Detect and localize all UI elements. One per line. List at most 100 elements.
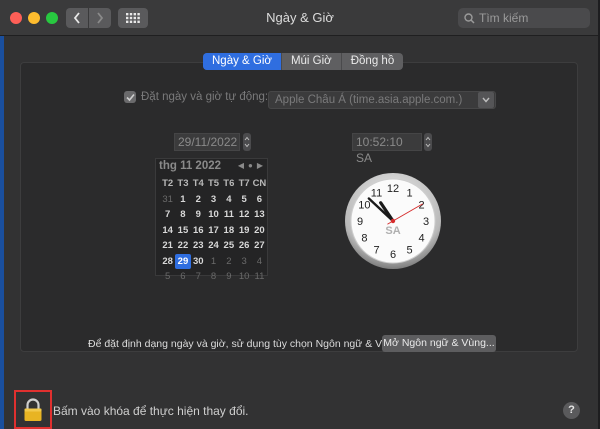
clock-numeral: 1 <box>406 187 412 199</box>
search-input[interactable] <box>479 11 579 25</box>
grid-icon <box>126 13 140 23</box>
calendar-day[interactable]: 8 <box>206 269 221 285</box>
calendar-weekday: T6 <box>223 178 235 189</box>
clock-numeral: 10 <box>358 200 370 212</box>
calendar-day[interactable]: 14 <box>160 223 175 239</box>
close-window-button[interactable] <box>10 12 22 24</box>
calendar-day[interactable]: 4 <box>221 192 236 208</box>
calendar-weekday: T7 <box>238 178 250 189</box>
tab-bar: Ngày & Giờ Múi Giờ Đồng hồ <box>203 53 404 70</box>
clock-numeral: 12 <box>387 183 399 195</box>
lock-instruction: Bấm vào khóa để thực hiện thay đổi. <box>53 404 249 418</box>
auto-time-row[interactable]: Đặt ngày và giờ tự động: <box>124 91 268 103</box>
calendar-day[interactable]: 20 <box>252 223 267 239</box>
calendar-day[interactable]: 5 <box>236 192 251 208</box>
calendar-day[interactable]: 30 <box>191 254 206 270</box>
time-field[interactable]: 10:52:10 SA <box>352 133 422 165</box>
calendar-day[interactable]: 24 <box>206 238 221 254</box>
calendar-day[interactable]: 28 <box>160 254 175 270</box>
calendar-day[interactable]: 9 <box>221 269 236 285</box>
calendar-nav: ◀ ● ▶ <box>238 161 263 170</box>
calendar-day[interactable]: 15 <box>175 223 190 239</box>
time-server-select[interactable]: Apple Châu Á (time.asia.apple.com.) <box>268 91 496 109</box>
chevron-right-icon <box>97 12 104 24</box>
chevron-left-icon <box>73 12 80 24</box>
calendar-day[interactable]: 18 <box>221 223 236 239</box>
lock-highlight[interactable] <box>14 390 52 429</box>
auto-time-checkbox[interactable] <box>124 91 136 103</box>
clock-numeral: 5 <box>406 245 412 257</box>
calendar-month-label: thg 11 2022 <box>159 160 222 172</box>
date-field[interactable]: 29/11/2022 <box>174 133 240 151</box>
calendar-day[interactable]: 7 <box>191 269 206 285</box>
search-icon <box>464 12 475 24</box>
today-icon[interactable]: ● <box>248 161 253 170</box>
zoom-window-button[interactable] <box>46 12 58 24</box>
back-button[interactable] <box>66 8 88 28</box>
calendar-day[interactable]: 23 <box>191 238 206 254</box>
calendar-day[interactable]: 8 <box>175 207 190 223</box>
window-edge-strip <box>0 36 4 429</box>
calendar-day[interactable]: 6 <box>252 192 267 208</box>
calendar-day[interactable]: 11 <box>221 207 236 223</box>
calendar-day[interactable]: 19 <box>236 223 251 239</box>
forward-button[interactable] <box>89 8 111 28</box>
open-language-region-button[interactable]: Mở Ngôn ngữ & Vùng... <box>382 335 496 352</box>
title-bar: Ngày & Giờ <box>0 0 600 36</box>
search-field[interactable] <box>458 8 590 28</box>
minimize-window-button[interactable] <box>28 12 40 24</box>
calendar-day[interactable]: 1 <box>206 254 221 270</box>
date-stepper[interactable] <box>243 133 251 151</box>
clock-center-pin <box>390 218 396 224</box>
calendar-day[interactable]: 3 <box>206 192 221 208</box>
calendar-day[interactable]: 29 <box>175 253 191 269</box>
calendar-weekday: T2 <box>162 178 174 189</box>
time-server-value: Apple Châu Á (time.asia.apple.com.) <box>275 94 463 106</box>
clock-numeral: 7 <box>373 245 379 257</box>
clock-period-label: SA <box>385 225 401 237</box>
calendar-day[interactable]: 7 <box>160 207 175 223</box>
calendar-weekday: T5 <box>207 178 220 189</box>
calendar-grid: T2 T3 T4 T5 T6 T7 CN 31 1 2 3 4 5 6 7 8 9 10 11 12 13 14 15 16 1… <box>160 176 267 285</box>
calendar-day[interactable]: 10 <box>206 207 221 223</box>
calendar-day[interactable]: 17 <box>206 223 221 239</box>
calendar-weekday: T3 <box>177 178 189 189</box>
tab-time-zone[interactable]: Múi Giờ <box>282 53 342 70</box>
calendar-day[interactable]: 27 <box>252 238 267 254</box>
help-button[interactable]: ? <box>563 402 580 419</box>
calendar-day[interactable]: 16 <box>191 223 206 239</box>
date-time-window: Ngày & Giờ Ngày & Giờ Múi Giờ Đồng hồ Đặ… <box>0 0 600 429</box>
calendar-day[interactable]: 13 <box>252 207 267 223</box>
calendar-day[interactable]: 11 <box>252 269 267 285</box>
calendar-day[interactable]: 31 <box>160 192 175 208</box>
calendar-day[interactable]: 12 <box>236 207 251 223</box>
calendar-day[interactable]: 2 <box>221 254 236 270</box>
calendar-day[interactable]: 22 <box>175 238 190 254</box>
calendar-weekday: T4 <box>192 178 204 189</box>
calendar-day[interactable]: 4 <box>252 254 267 270</box>
tab-date-time[interactable]: Ngày & Giờ <box>203 53 282 70</box>
stepper-arrows-icon <box>244 136 250 148</box>
tab-clock[interactable]: Đồng hồ <box>342 53 403 70</box>
calendar-day[interactable]: 3 <box>236 254 251 270</box>
checkmark-icon <box>125 93 135 101</box>
clock-numeral: 6 <box>390 249 396 261</box>
calendar-day[interactable]: 10 <box>236 269 251 285</box>
calendar-day[interactable]: 25 <box>221 238 236 254</box>
clock-face: 12 1234567891011 <box>345 173 441 269</box>
calendar-day[interactable]: 2 <box>191 192 206 208</box>
time-stepper[interactable] <box>424 133 432 151</box>
calendar-day[interactable]: 5 <box>160 269 175 285</box>
calendar-day[interactable]: 21 <box>160 238 175 254</box>
calendar-day[interactable]: 9 <box>191 207 206 223</box>
analog-clock: 12 1 2 3 4 5 6 7 8 9 10 11 SA <box>344 172 442 270</box>
format-note: Để đặt định dạng ngày và giờ, sử dụng tù… <box>88 338 403 350</box>
calendar-day[interactable]: 26 <box>236 238 251 254</box>
calendar[interactable]: thg 11 2022 ◀ ● ▶ T2 T3 T4 T5 T6 T7 CN 31 1 2 3 4 5 6… <box>155 158 268 282</box>
calendar-day[interactable]: 1 <box>175 192 190 208</box>
show-all-preferences-button[interactable] <box>118 8 148 28</box>
calendar-day[interactable]: 6 <box>175 269 190 285</box>
next-month-icon[interactable]: ▶ <box>257 161 263 170</box>
lock-icon[interactable] <box>23 397 43 422</box>
previous-month-icon[interactable]: ◀ <box>238 161 244 170</box>
